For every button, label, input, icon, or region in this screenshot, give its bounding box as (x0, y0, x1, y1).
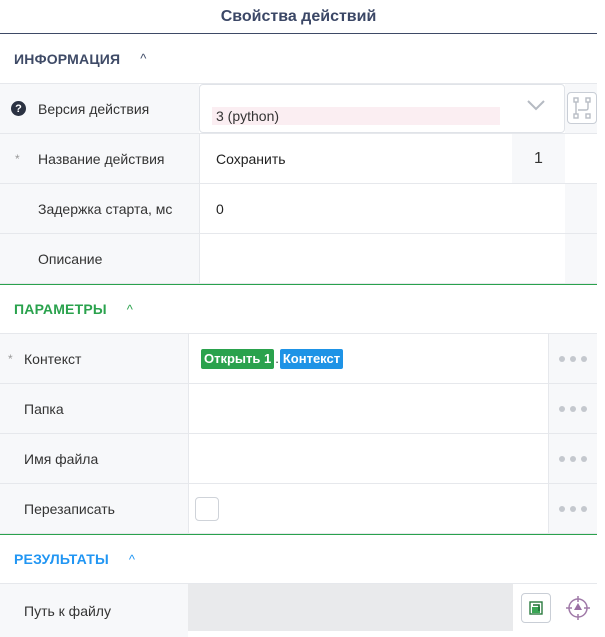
name-label: Название действия (38, 150, 165, 167)
context-label: Контекст (24, 350, 82, 367)
row-file-path: Путь к файлу (0, 584, 605, 637)
chevron-up-icon: ^ (128, 551, 136, 567)
version-value: 3 (python) (212, 107, 500, 125)
required-marker: * (8, 352, 13, 366)
overwrite-label: Перезаписать (24, 500, 115, 517)
panel-header: Свойства действий (0, 0, 597, 34)
context-field-tag[interactable]: Контекст (279, 348, 344, 369)
folder-more-button[interactable] (549, 384, 597, 433)
question-circle-icon[interactable]: ? (11, 101, 26, 116)
filename-more-button[interactable] (549, 434, 597, 483)
filename-input[interactable] (188, 434, 549, 483)
context-action-tag[interactable]: Открыть 1 (201, 348, 275, 369)
delay-input[interactable]: 0 (199, 184, 565, 233)
row-folder: Папка (0, 384, 597, 434)
flow-diagram-icon[interactable] (567, 92, 597, 124)
row-context: * Контекст Открыть 1. Контекст (0, 334, 597, 384)
version-select[interactable]: 3 (python) (199, 84, 565, 133)
row-overwrite: Перезаписать (0, 484, 597, 534)
version-label: Версия действия (38, 100, 150, 117)
row-start-delay: Задержка старта, мс 0 (0, 184, 597, 234)
context-more-button[interactable] (549, 334, 597, 383)
section-params-toggle[interactable]: ПАРАМЕТРЫ ^ (0, 284, 597, 334)
description-label: Описание (38, 250, 103, 267)
section-results-title: РЕЗУЛЬТАТЫ (14, 551, 109, 567)
more-dots-icon (559, 505, 587, 512)
context-input[interactable]: Открыть 1. Контекст (188, 334, 549, 383)
description-input[interactable] (199, 234, 565, 283)
delay-label: Задержка старта, мс (38, 200, 173, 217)
green-arrow-icon[interactable] (521, 593, 551, 623)
row-action-name: * Название действия Сохранить 1 (0, 134, 597, 184)
chevron-down-icon (527, 100, 545, 111)
filepath-output[interactable] (188, 584, 513, 631)
folder-input[interactable] (188, 384, 549, 433)
filename-label: Имя файла (24, 450, 99, 467)
name-input[interactable]: Сохранить (199, 134, 512, 183)
overwrite-more-button[interactable] (549, 484, 597, 533)
more-dots-icon (559, 355, 587, 362)
overwrite-checkbox[interactable] (195, 496, 219, 521)
section-info-toggle[interactable]: ИНФОРМАЦИЯ ^ (0, 34, 597, 84)
row-description: Описание (0, 234, 597, 284)
required-marker: * (15, 152, 20, 166)
panel-title: Свойства действий (220, 7, 377, 25)
chevron-up-icon: ^ (140, 51, 147, 66)
section-info-title: ИНФОРМАЦИЯ (14, 50, 121, 67)
section-results-toggle[interactable]: РЕЗУЛЬТАТЫ ^ (0, 534, 597, 584)
context-separator: . (275, 351, 279, 366)
chevron-up-icon: ^ (126, 301, 134, 317)
more-dots-icon (559, 405, 587, 412)
section-params-title: ПАРАМЕТРЫ (14, 301, 107, 317)
more-dots-icon (559, 455, 587, 462)
filepath-label: Путь к файлу (0, 584, 188, 637)
name-counter: 1 (534, 149, 543, 167)
row-filename: Имя файла (0, 434, 597, 484)
crosshair-icon[interactable] (563, 593, 593, 623)
folder-label: Папка (24, 400, 64, 417)
